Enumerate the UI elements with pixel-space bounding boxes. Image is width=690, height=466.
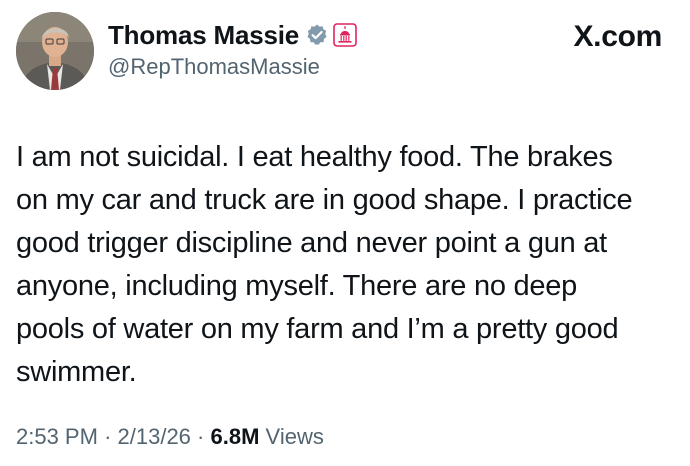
- verified-badge-icon: [305, 23, 329, 47]
- author-name[interactable]: Thomas Massie: [108, 20, 299, 51]
- tweet-text-line: on my car and truck are in good shape. I…: [16, 184, 633, 216]
- tweet-text-line: I am not suicidal. I eat healthy food. T…: [16, 141, 613, 173]
- tweet-date[interactable]: 2/13/26: [118, 424, 191, 449]
- us-capitol-affiliation-icon[interactable]: [333, 23, 357, 47]
- x-com-brand: X.com: [573, 20, 662, 53]
- meta-separator: ·: [197, 424, 205, 449]
- author-avatar[interactable]: [16, 12, 94, 90]
- tweet-text-line: good trigger discipline and never point …: [16, 227, 607, 259]
- tweet-time[interactable]: 2:53 PM: [16, 424, 98, 449]
- tweet-text-line: pools of water on my farm and I’m a pret…: [16, 313, 619, 345]
- views-count[interactable]: 6.8M: [211, 424, 260, 449]
- tweet-text: I am not suicidal. I eat healthy food. T…: [16, 136, 672, 394]
- tweet-meta: 2:53 PM · 2/13/26 · 6.8M Views: [16, 424, 324, 450]
- author-handle[interactable]: @RepThomasMassie: [108, 54, 320, 80]
- views-label: Views: [265, 424, 324, 449]
- tweet-text-line: anyone, including myself. There are no d…: [16, 270, 578, 302]
- meta-separator: ·: [104, 424, 112, 449]
- author-name-row: Thomas Massie: [108, 18, 357, 52]
- avatar-photo: [16, 12, 94, 90]
- tweet-text-line: swimmer.: [16, 356, 137, 388]
